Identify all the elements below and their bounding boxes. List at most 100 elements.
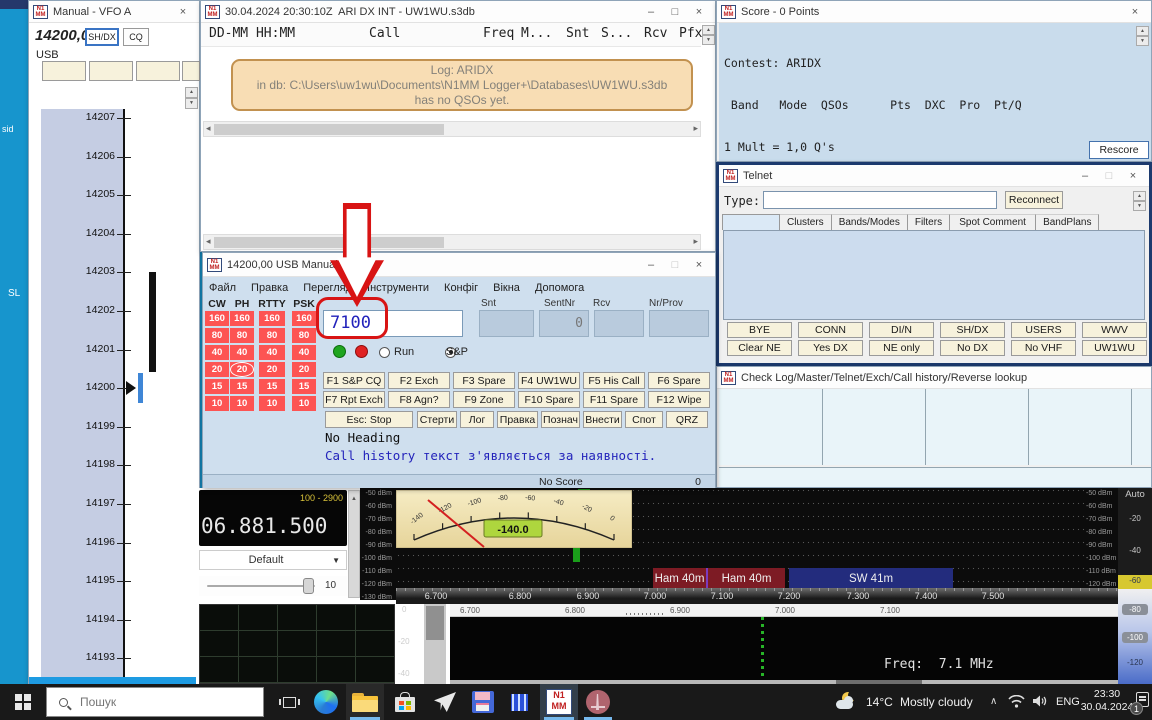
fkey-button[interactable]: F7 Rpt Exch <box>323 391 385 408</box>
auto-label[interactable]: Auto <box>1118 489 1152 500</box>
action-button[interactable]: Esc: Stop <box>325 411 413 428</box>
close-icon[interactable]: × <box>1123 6 1147 18</box>
task-view-icon[interactable] <box>276 684 302 720</box>
score-titlebar[interactable]: N1MM Score - 0 Points × <box>717 1 1151 23</box>
band-button-psk-10[interactable]: 10 <box>292 396 316 411</box>
tab-blank[interactable] <box>722 214 780 230</box>
band-button-cw-15[interactable]: 15 <box>205 379 229 394</box>
fkey-button[interactable]: F11 Spare <box>583 391 645 408</box>
scrollbar-thumb[interactable] <box>214 237 444 248</box>
tab-clusters[interactable]: Clusters <box>780 214 832 230</box>
minimize-icon[interactable]: – <box>639 259 663 271</box>
sdr-app-icon[interactable] <box>586 690 610 714</box>
menu-item[interactable]: Допомога <box>535 282 584 294</box>
close-icon[interactable]: × <box>687 6 711 18</box>
check-titlebar[interactable]: N1MM Check Log/Master/Telnet/Exch/Call h… <box>717 367 1151 389</box>
fkey-button[interactable]: F2 Exch <box>388 372 450 389</box>
spinner-down-icon[interactable]: ▼ <box>1133 201 1146 211</box>
slider-handle[interactable] <box>303 578 314 594</box>
store-icon[interactable] <box>394 692 416 712</box>
telnet-button-clear-ne[interactable]: Clear NE <box>727 340 792 356</box>
fkey-button[interactable]: F3 Spare <box>453 372 515 389</box>
wifi-icon[interactable] <box>1008 695 1025 708</box>
band-button-cw-20[interactable]: 20 <box>205 362 229 377</box>
speaker-icon[interactable] <box>1032 694 1048 708</box>
reconnect-button[interactable]: Reconnect <box>1005 191 1063 209</box>
run-radio[interactable] <box>379 347 390 358</box>
band-button-cw-160[interactable]: 160 <box>205 311 229 326</box>
band-button-rtty-80[interactable]: 80 <box>259 328 285 343</box>
band-button-psk-40[interactable]: 40 <box>292 345 316 360</box>
telnet-button-yes-dx[interactable]: Yes DX <box>798 340 863 356</box>
log-column-header[interactable]: Pfx <box>679 26 702 41</box>
band-button-rtty-40[interactable]: 40 <box>259 345 285 360</box>
slider-track[interactable] <box>207 585 315 587</box>
band-button-ph-10[interactable]: 10 <box>230 396 254 411</box>
fkey-button[interactable]: F1 S&P CQ <box>323 372 385 389</box>
action-button[interactable]: QRZ <box>666 411 708 428</box>
scrollbar-thumb[interactable] <box>214 124 444 135</box>
log-hscrollbar[interactable]: ◂ ▸ <box>203 234 701 250</box>
language-indicator[interactable]: ENG <box>1056 696 1080 708</box>
scroll-right-icon[interactable]: ▸ <box>693 123 698 134</box>
telnet-button-conn[interactable]: CONN <box>798 322 863 338</box>
band-button-ph-80[interactable]: 80 <box>230 328 254 343</box>
logger-floppy-icon[interactable] <box>472 691 494 713</box>
telnet-button-sh-dx[interactable]: SH/DX <box>940 322 1005 338</box>
log-spinner[interactable]: ▲ ▼ <box>702 25 715 45</box>
blue-app-icon[interactable] <box>508 691 531 714</box>
telnet-button-bye[interactable]: BYE <box>727 322 792 338</box>
action-button[interactable]: Познач <box>541 411 580 428</box>
action-button[interactable]: Лог <box>460 411 494 428</box>
taskbar-search[interactable] <box>46 687 264 717</box>
scroll-left-icon[interactable]: ◂ <box>206 123 211 134</box>
file-explorer-icon[interactable] <box>352 693 378 712</box>
entry-titlebar[interactable]: N1MM 14200,00 USB Manual - VFO A – □ × <box>203 253 715 277</box>
spinner-up-icon[interactable]: ▲ <box>1133 191 1146 201</box>
close-icon[interactable]: × <box>1121 170 1145 182</box>
log-column-header[interactable]: Snt <box>566 26 589 41</box>
fkey-button[interactable]: F12 Wipe <box>648 391 710 408</box>
telnet-button-users[interactable]: USERS <box>1011 322 1076 338</box>
band-button-ph-160[interactable]: 160 <box>230 311 254 326</box>
band-button-psk-80[interactable]: 80 <box>292 328 316 343</box>
band-button-rtty-20[interactable]: 20 <box>259 362 285 377</box>
scroll-up-icon[interactable]: ▲ <box>351 496 357 502</box>
fkey-button[interactable]: F4 UW1WU <box>518 372 580 389</box>
band-button-cw-40[interactable]: 40 <box>205 345 229 360</box>
band-button-psk-160[interactable]: 160 <box>292 311 316 326</box>
search-input[interactable] <box>80 695 230 709</box>
log-column-header[interactable]: M... <box>521 26 552 41</box>
sdr-frequency-display[interactable]: 100 - 2900 06.881.500 <box>199 490 347 546</box>
tab-spot-comment[interactable]: Spot Comment <box>950 214 1036 230</box>
menu-item[interactable]: Вікна <box>493 282 520 294</box>
log-titlebar[interactable]: N1MM 30.04.2024 20:30:10Z ARI DX INT - U… <box>201 1 715 23</box>
fkey-button[interactable]: F9 Zone <box>453 391 515 408</box>
action-button[interactable]: Правка <box>497 411 538 428</box>
band-button-ph-20[interactable]: 20 <box>230 362 254 377</box>
sdr-frequency-value[interactable]: 06.881.500 <box>201 514 327 538</box>
scroll-right-icon[interactable]: ▸ <box>693 236 698 247</box>
sentnr-field[interactable]: 0 <box>539 310 589 337</box>
clock[interactable]: 23:30 30.04.2024 <box>1078 688 1136 714</box>
log-column-header[interactable]: Rcv <box>644 26 667 41</box>
fkey-button[interactable]: F8 Agn? <box>388 391 450 408</box>
snt-field[interactable] <box>479 310 534 337</box>
log-header-row[interactable]: DD-MM HH:MMCallFreqM...SntS...RcvPfx <box>201 23 701 47</box>
tray-chevron-icon[interactable]: ∧ <box>990 696 997 707</box>
band-button-psk-20[interactable]: 20 <box>292 362 316 377</box>
close-icon[interactable]: × <box>687 259 711 271</box>
mail-icon[interactable] <box>434 692 456 712</box>
band-button-rtty-10[interactable]: 10 <box>259 396 285 411</box>
menu-item[interactable]: Правка <box>251 282 288 294</box>
waterfall[interactable]: Freq: 7.1 MHz <box>450 617 1152 680</box>
level-panel[interactable]: Auto -20-40-60-80-100-120 <box>1118 488 1152 684</box>
action-button[interactable]: Спот <box>625 411 663 428</box>
telnet-button-no-dx[interactable]: No DX <box>940 340 1005 356</box>
rcv-field[interactable] <box>594 310 644 337</box>
fkey-button[interactable]: F5 His Call <box>583 372 645 389</box>
action-button[interactable]: Внести <box>583 411 622 428</box>
spinner-down-icon[interactable]: ▼ <box>702 35 715 45</box>
scrollbar-thumb[interactable] <box>426 606 444 640</box>
weather-desc[interactable]: Mostly cloudy <box>900 695 973 709</box>
